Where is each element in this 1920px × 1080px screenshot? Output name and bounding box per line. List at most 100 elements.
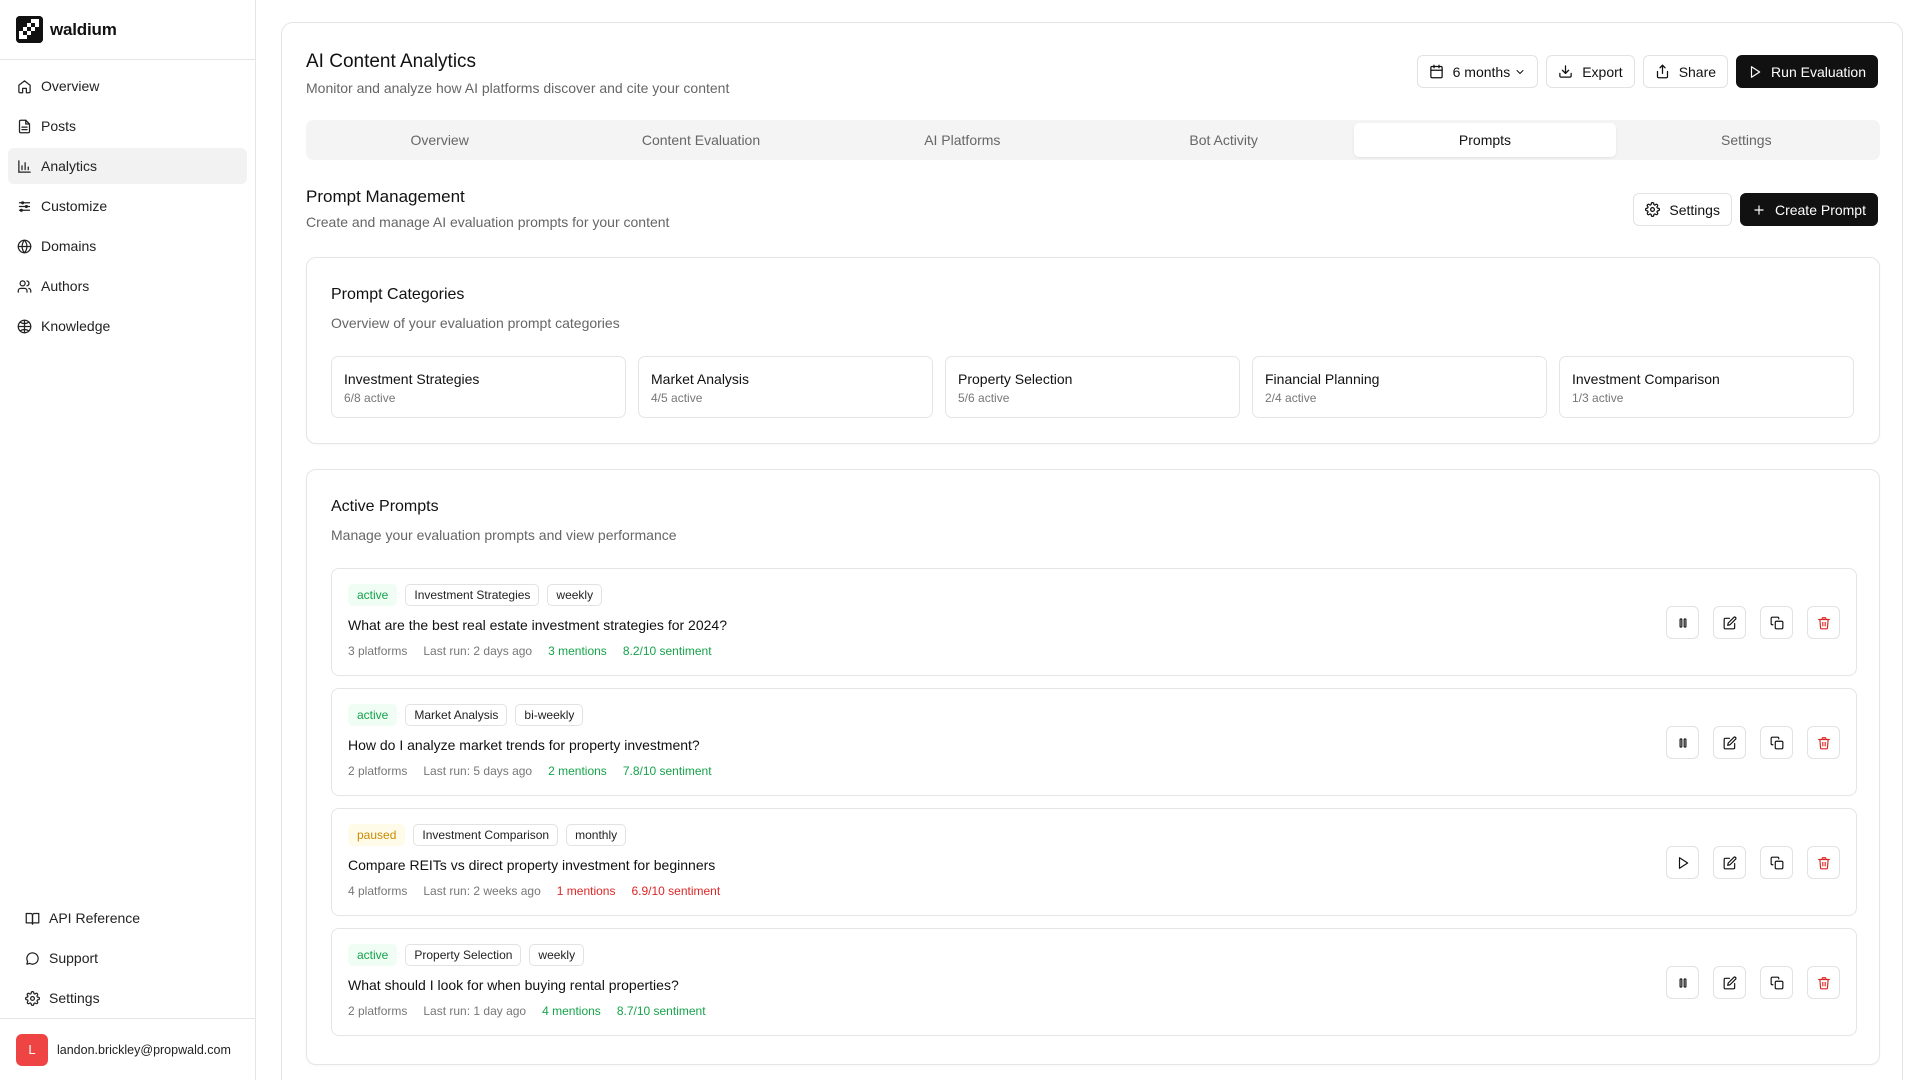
play-icon	[1676, 856, 1690, 870]
last-run: Last run: 2 weeks ago	[423, 884, 541, 898]
frequency-badge: bi-weekly	[515, 704, 584, 726]
sidebar: waldium Overview Posts Analytics Customize D…	[0, 0, 256, 1080]
edit-button[interactable]	[1713, 846, 1746, 879]
document-icon	[16, 118, 32, 134]
sidebar-item-label: Settings	[49, 990, 100, 1006]
sidebar-item-label: Analytics	[41, 158, 98, 174]
resume-button[interactable]	[1666, 846, 1699, 879]
date-range-select[interactable]: 6 months	[1416, 55, 1539, 88]
play-icon	[1748, 65, 1762, 79]
delete-button[interactable]	[1807, 966, 1840, 999]
export-label: Export	[1582, 63, 1623, 80]
category-card[interactable]: Property Selection 5/6 active	[945, 356, 1240, 418]
create-prompt-button[interactable]: Create Prompt	[1739, 193, 1878, 226]
prompt-row: active Investment Strategies weekly What ar…	[331, 568, 1857, 676]
pause-button[interactable]	[1666, 726, 1699, 759]
pause-icon	[1676, 976, 1690, 990]
bar-chart-icon	[16, 158, 32, 174]
sidebar-item-domains[interactable]: Domains	[8, 228, 247, 264]
status-badge: active	[348, 584, 398, 606]
prompt-badges: paused Investment Comparison monthly	[348, 824, 627, 846]
category-card[interactable]: Investment Strategies 6/8 active	[331, 356, 626, 418]
category-card[interactable]: Market Analysis 4/5 active	[638, 356, 933, 418]
edit-icon	[1723, 856, 1737, 870]
sidebar-item-posts[interactable]: Posts	[8, 108, 247, 144]
tab-bot-activity[interactable]: Bot Activity	[1093, 123, 1354, 157]
prompt-management-actions: Settings Create Prompt	[1633, 193, 1878, 226]
duplicate-button[interactable]	[1760, 966, 1793, 999]
sentiment-score: 8.7/10 sentiment	[616, 1004, 706, 1018]
avatar: L	[16, 1033, 48, 1066]
home-icon	[16, 78, 32, 94]
sidebar-item-customize[interactable]: Customize	[8, 188, 247, 224]
delete-button[interactable]	[1807, 726, 1840, 759]
brand[interactable]: waldium	[0, 0, 255, 60]
sidebar-item-authors[interactable]: Authors	[8, 268, 247, 304]
prompt-row: paused Investment Comparison monthly Compar…	[331, 808, 1857, 916]
prompt-categories-card: Prompt Categories Overview of your evalu…	[306, 257, 1880, 444]
trash-icon	[1817, 976, 1831, 990]
pause-button[interactable]	[1666, 606, 1699, 639]
category-name: Financial Planning	[1265, 371, 1380, 387]
brand-logo-icon	[16, 16, 43, 43]
tab-content-evaluation[interactable]: Content Evaluation	[570, 123, 831, 157]
mention-count: 1 mentions	[556, 884, 616, 898]
copy-icon	[1770, 616, 1784, 630]
share-button[interactable]: Share	[1642, 55, 1729, 88]
export-button[interactable]: Export	[1546, 55, 1635, 88]
sidebar-item-support[interactable]: Support	[16, 940, 239, 976]
book-icon	[24, 910, 40, 926]
duplicate-button[interactable]	[1760, 726, 1793, 759]
duplicate-button[interactable]	[1760, 846, 1793, 879]
prompt-badges: active Investment Strategies weekly	[348, 584, 603, 606]
pause-button[interactable]	[1666, 966, 1699, 999]
trash-icon	[1817, 616, 1831, 630]
user-menu[interactable]: L landon.brickley@propwald.com	[0, 1018, 255, 1080]
edit-button[interactable]	[1713, 726, 1746, 759]
prompt-settings-button[interactable]: Settings	[1633, 193, 1732, 226]
tab-settings[interactable]: Settings	[1616, 123, 1877, 157]
tab-overview[interactable]: Overview	[309, 123, 570, 157]
sidebar-nav: Overview Posts Analytics Customize Domains Au…	[0, 60, 255, 356]
edit-button[interactable]	[1713, 606, 1746, 639]
sidebar-nav-bottom: API Reference Support Settings	[8, 892, 247, 1028]
prompt-badges: active Property Selection weekly	[348, 944, 585, 966]
prompt-actions	[1666, 606, 1840, 639]
prompt-meta: 3 platforms Last run: 2 days ago 3 mention…	[348, 644, 712, 658]
category-count: 4/5 active	[651, 391, 703, 405]
delete-button[interactable]	[1807, 606, 1840, 639]
sidebar-item-knowledge[interactable]: Knowledge	[8, 308, 247, 344]
sentiment-score: 8.2/10 sentiment	[622, 644, 712, 658]
category-badge: Investment Strategies	[405, 584, 540, 606]
category-grid: Investment Strategies 6/8 active Market An…	[331, 356, 1854, 418]
sidebar-item-api-reference[interactable]: API Reference	[16, 900, 239, 936]
prompt-meta: 4 platforms Last run: 2 weeks ago 1 mentio…	[348, 884, 720, 898]
sidebar-item-settings[interactable]: Settings	[16, 980, 239, 1016]
create-prompt-label: Create Prompt	[1774, 201, 1866, 218]
copy-icon	[1770, 736, 1784, 750]
tab-bar: Overview Content Evaluation AI Platforms Bo…	[306, 120, 1880, 160]
delete-button[interactable]	[1807, 846, 1840, 879]
sidebar-item-label: Customize	[41, 198, 108, 214]
tab-ai-platforms[interactable]: AI Platforms	[832, 123, 1093, 157]
active-prompts-card: Active Prompts Manage your evaluation pr…	[306, 469, 1880, 1065]
sidebar-item-label: Overview	[41, 78, 100, 94]
tab-prompts[interactable]: Prompts	[1354, 123, 1616, 157]
prompt-actions	[1666, 846, 1840, 879]
last-run: Last run: 5 days ago	[423, 764, 533, 778]
edit-button[interactable]	[1713, 966, 1746, 999]
share-icon	[1655, 64, 1670, 79]
sidebar-item-label: Knowledge	[41, 318, 111, 334]
prompt-question: What should I look for when buying renta…	[348, 977, 679, 993]
duplicate-button[interactable]	[1760, 606, 1793, 639]
pause-icon	[1676, 616, 1690, 630]
prompt-actions	[1666, 726, 1840, 759]
run-evaluation-button[interactable]: Run Evaluation	[1736, 55, 1878, 88]
category-name: Investment Comparison	[1572, 371, 1720, 387]
sidebar-item-analytics[interactable]: Analytics	[8, 148, 247, 184]
category-name: Market Analysis	[651, 371, 750, 387]
frequency-badge: weekly	[547, 584, 603, 606]
category-card[interactable]: Investment Comparison 1/3 active	[1559, 356, 1854, 418]
category-card[interactable]: Financial Planning 2/4 active	[1252, 356, 1547, 418]
sidebar-item-overview[interactable]: Overview	[8, 68, 247, 104]
